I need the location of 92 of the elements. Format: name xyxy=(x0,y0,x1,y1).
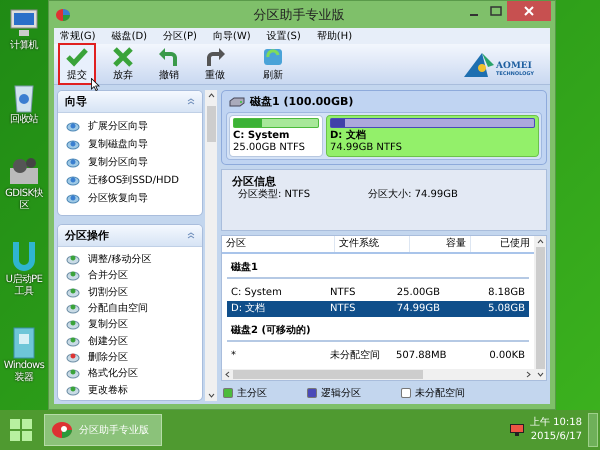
menu-item[interactable]: 磁盘(D) xyxy=(112,29,148,43)
wizard-item[interactable]: 复制磁盘向导 xyxy=(58,135,202,153)
start-icon[interactable] xyxy=(10,419,32,441)
refresh-icon xyxy=(261,46,285,68)
operation-item[interactable]: 创建分区 xyxy=(58,332,202,349)
monitor-icon[interactable] xyxy=(510,424,524,436)
disk-title: 磁盘1 (100.00GB) xyxy=(250,95,354,109)
disk-icon xyxy=(66,174,80,186)
column-header[interactable]: 已使用 xyxy=(471,236,534,252)
info-field: 分区类型: NTFS xyxy=(238,188,310,201)
scrollbar[interactable] xyxy=(534,236,546,380)
toolbar-button[interactable]: 刷新 xyxy=(254,43,292,85)
disk-icon xyxy=(66,350,80,363)
operation-item[interactable]: 调整/移动分区 xyxy=(58,251,202,268)
column-header[interactable]: 分区 xyxy=(222,236,335,252)
disk-drive-icon xyxy=(229,97,245,107)
table-row[interactable]: C: System NTFS 25.00GB 8.18GB xyxy=(227,285,529,301)
legend-label: 主分区 xyxy=(237,386,267,400)
close-icon[interactable] xyxy=(507,1,551,21)
operation-item[interactable]: 格式化分区 xyxy=(58,365,202,382)
app-logo-icon xyxy=(51,421,73,439)
disk-icon xyxy=(66,192,80,204)
menu-item[interactable]: 设置(S) xyxy=(266,29,301,43)
collapse-icon[interactable] xyxy=(187,232,195,239)
desktop-icon-label: 计算机 xyxy=(10,40,38,52)
menu-item[interactable]: 帮助(H) xyxy=(316,29,352,43)
disk-icon xyxy=(66,120,80,132)
operation-item[interactable]: 切割分区 xyxy=(58,284,202,300)
disk-icon xyxy=(66,156,80,168)
disk-icon xyxy=(66,367,80,380)
disk-icon xyxy=(66,138,80,150)
menu-item[interactable]: 向导(W) xyxy=(212,29,251,43)
menu-item[interactable]: 常规(G) xyxy=(60,29,96,43)
desktop-icon-label: U启动PE xyxy=(6,274,42,286)
info-title: 分区信息 xyxy=(232,175,277,188)
scrollbar[interactable] xyxy=(205,90,217,401)
table-row[interactable]: * 未分配空间 507.88MB 0.00KB xyxy=(227,348,529,364)
scroll-up-icon[interactable] xyxy=(208,93,214,98)
scroll-thumb[interactable] xyxy=(536,247,544,369)
partition-block[interactable]: C: System 25.00GB NTFS xyxy=(229,115,323,157)
disk-icon xyxy=(66,269,80,282)
disk-icon xyxy=(66,302,80,314)
desktop-icon-label: 区 xyxy=(19,200,29,212)
window-title: 分区助手专业版 xyxy=(252,6,346,24)
scroll-right-icon[interactable] xyxy=(526,371,531,378)
desktop-icon-label: 回收站 xyxy=(10,114,38,126)
section-header[interactable]: 分区操作 xyxy=(58,225,202,247)
legend-label: 逻辑分区 xyxy=(321,386,361,400)
disk-icon xyxy=(66,334,80,347)
desktop-icon-label: Windows xyxy=(4,360,44,372)
toolbar-button[interactable]: 撤销 xyxy=(150,43,188,85)
scroll-down-icon[interactable] xyxy=(536,372,544,377)
toolbar-button[interactable]: 放弃 xyxy=(104,43,142,85)
check-icon xyxy=(65,46,89,68)
collapse-icon[interactable] xyxy=(187,98,195,105)
wizard-item[interactable]: 分区恢复向导 xyxy=(58,189,202,207)
legend-label: 未分配空间 xyxy=(415,386,465,400)
disk-icon xyxy=(66,318,80,330)
wizard-item[interactable]: 扩展分区向导 xyxy=(58,117,202,135)
scroll-up-icon[interactable] xyxy=(536,239,544,244)
section-header[interactable]: 向导 xyxy=(58,91,202,113)
disk-group-heading: 磁盘1 xyxy=(227,262,529,279)
menu-item[interactable]: 分区(P) xyxy=(163,29,197,43)
scroll-thumb[interactable] xyxy=(206,106,216,142)
disk-icon xyxy=(66,286,80,298)
cross-icon xyxy=(111,46,135,68)
wizard-item[interactable]: 复制分区向导 xyxy=(58,153,202,171)
clock-time: 上午 10:18 xyxy=(530,416,582,430)
partition-block[interactable]: D: 文档 74.99GB NTFS xyxy=(326,115,539,157)
operation-item[interactable]: 更改卷标 xyxy=(58,381,202,398)
desktop-icon-label: 工具 xyxy=(14,286,34,298)
disk-icon xyxy=(66,384,80,396)
toolbar-button[interactable]: 重做 xyxy=(196,43,234,85)
column-header[interactable]: 容量 xyxy=(410,236,471,252)
app-logo-icon xyxy=(55,8,71,22)
horizontal-scrollbar[interactable] xyxy=(222,369,534,380)
operation-item[interactable]: 分配自由空间 xyxy=(58,300,202,316)
table-row[interactable]: D: 文档 NTFS 74.99GB 5.08GB xyxy=(227,301,529,317)
disk-icon xyxy=(66,253,80,266)
wizard-item[interactable]: 迁移OS到SSD/HDD xyxy=(58,171,202,189)
desktop-icon-label: 装器 xyxy=(14,372,34,384)
scroll-down-icon[interactable] xyxy=(208,393,214,398)
operation-item[interactable]: 复制分区 xyxy=(58,316,202,332)
info-field: 分区大小: 74.99GB xyxy=(368,188,458,201)
column-header[interactable]: 文件系统 xyxy=(335,236,410,252)
operation-item[interactable]: 合并分区 xyxy=(58,267,202,284)
disk-group-heading: 磁盘2 (可移动的) xyxy=(227,325,529,342)
operation-item[interactable]: 删除分区 xyxy=(58,348,202,366)
scroll-left-icon[interactable] xyxy=(225,371,230,378)
scroll-thumb[interactable] xyxy=(233,370,423,379)
clock-date: 2015/6/17 xyxy=(530,430,582,444)
desktop-icon-label: GDISK快 xyxy=(5,188,43,200)
